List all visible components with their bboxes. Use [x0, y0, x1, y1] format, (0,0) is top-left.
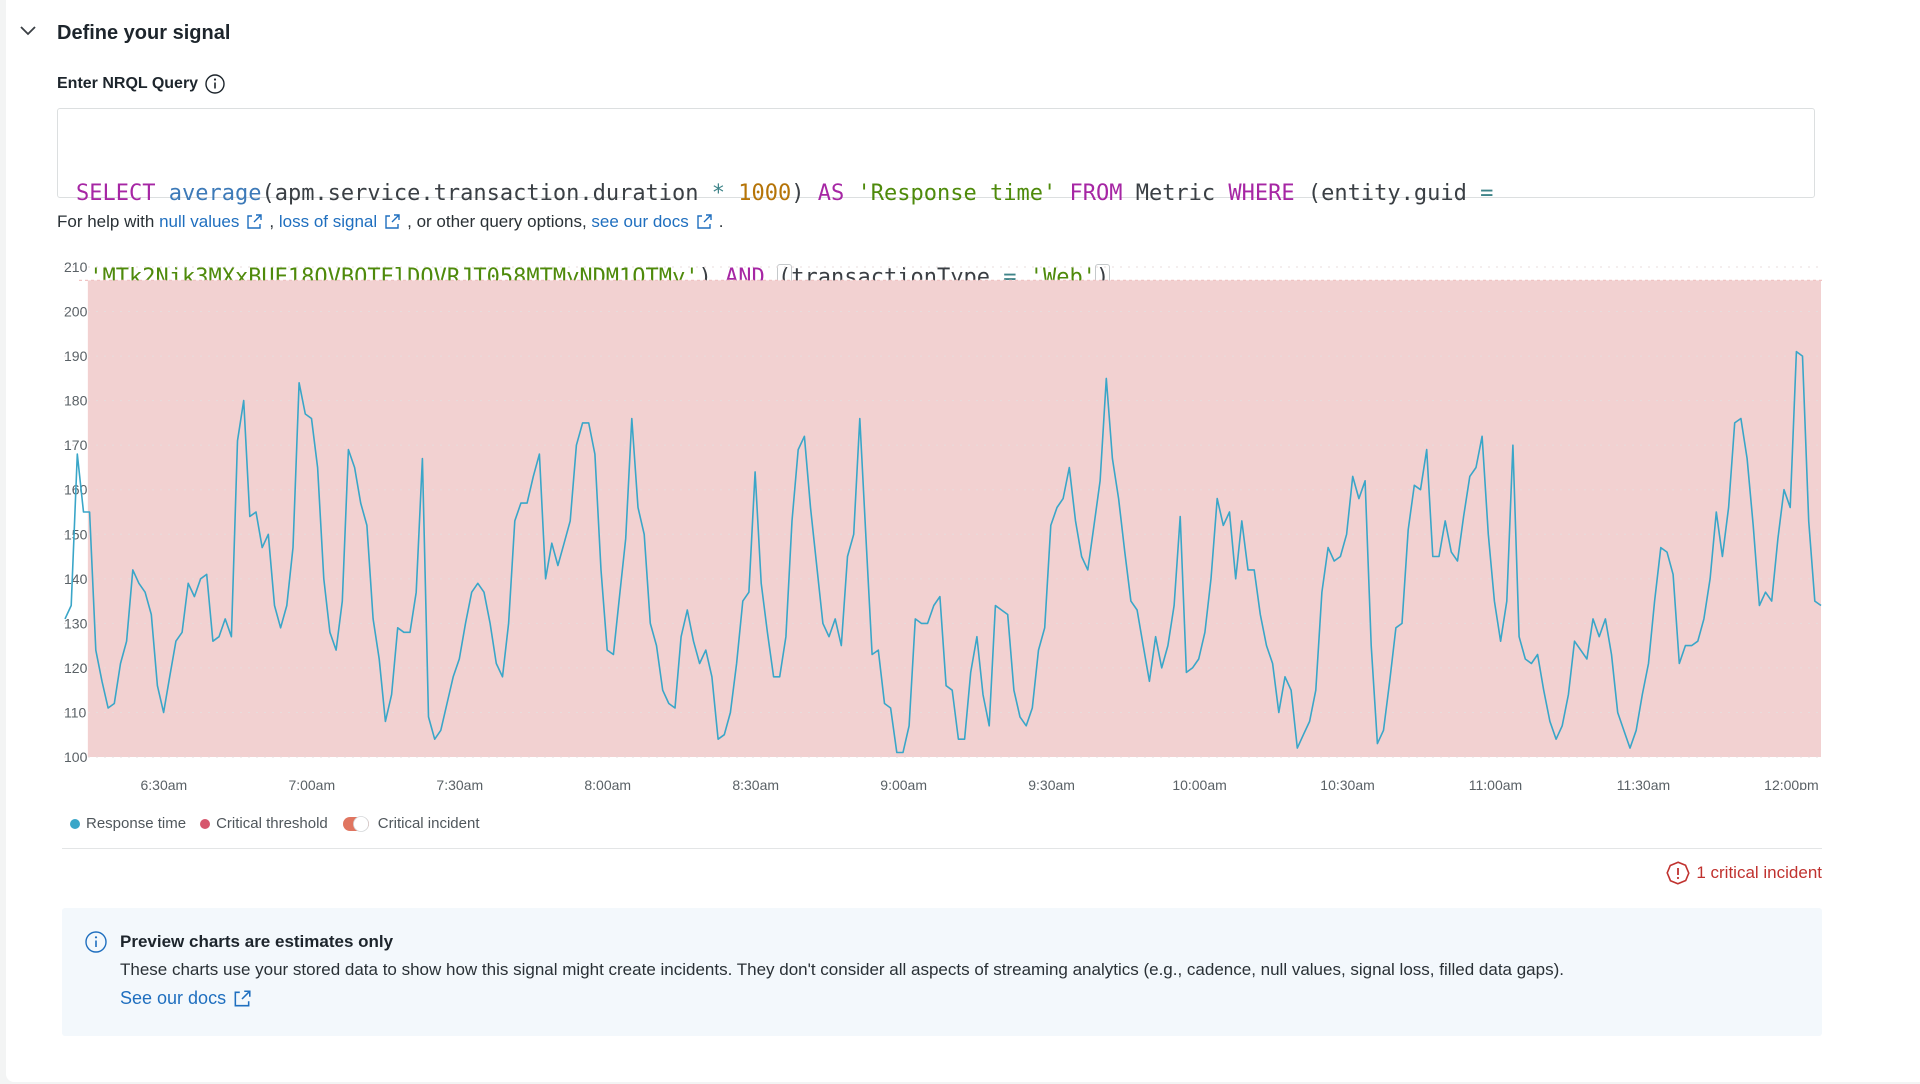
section-title: Define your signal	[57, 22, 231, 44]
see-our-docs-link[interactable]: See our docs	[120, 988, 258, 1009]
x-tick-label: 6:30am	[140, 777, 187, 790]
query-token	[1056, 181, 1069, 206]
y-tick-label: 200	[64, 304, 88, 320]
x-tick-label: 10:30am	[1320, 777, 1374, 790]
legend-dot-critical-threshold	[200, 818, 211, 829]
query-token: *	[711, 181, 726, 206]
y-tick-label: 110	[64, 704, 87, 720]
signal-preview-chart: 1001101201301401501601701801902002106:30…	[64, 259, 1822, 790]
callout-body: These charts use your stored data to sho…	[120, 960, 1564, 979]
legend-item-critical-threshold[interactable]: Critical threshold	[200, 815, 328, 832]
x-tick-label: 8:00am	[584, 777, 631, 790]
y-tick-label: 170	[64, 437, 88, 453]
critical-incident-toggle[interactable]	[342, 815, 370, 832]
chevron-down-icon[interactable]	[18, 20, 38, 40]
query-token: FROM	[1069, 181, 1123, 206]
x-tick-label: 9:30am	[1028, 777, 1075, 790]
external-link-icon[interactable]	[383, 213, 401, 231]
query-token: AS	[817, 181, 845, 206]
query-token: 'Response time'	[857, 181, 1057, 206]
query-token: WHERE	[1228, 181, 1295, 206]
callout-link-text[interactable]: See our docs	[120, 988, 226, 1009]
x-tick-label: 11:30am	[1617, 777, 1670, 790]
help-sep-2: , or other query options,	[407, 212, 587, 231]
null-values-link[interactable]: null values	[159, 212, 239, 232]
help-prefix: For help with	[57, 212, 155, 231]
legend-dot-response-time	[70, 818, 80, 829]
legend-item-response-time[interactable]: Response time	[70, 815, 186, 832]
help-suffix: .	[718, 212, 724, 231]
external-link-icon[interactable]	[232, 989, 252, 1009]
nrql-query-editor[interactable]: SELECT average(apm.service.transaction.d…	[57, 108, 1815, 291]
query-token	[844, 181, 857, 206]
query-line-1: SELECT average(apm.service.transaction.d…	[76, 180, 1814, 208]
legend-label: Critical incident	[377, 815, 480, 832]
x-tick-label: 11:00am	[1469, 777, 1522, 790]
query-token: (entity.guid	[1294, 181, 1481, 206]
x-tick-label: 12:00pm	[1764, 777, 1818, 790]
query-token: )	[791, 181, 818, 206]
query-label: Enter NRQL Query	[57, 73, 226, 95]
x-tick-label: 9:00am	[880, 777, 927, 790]
y-tick-label: 190	[64, 348, 88, 364]
collapse-toggle[interactable]	[18, 20, 38, 40]
legend-label: Response time	[86, 815, 187, 832]
preview-estimate-callout: Preview charts are estimates only These …	[62, 908, 1822, 1036]
query-token: (apm.service.transaction.duration	[261, 181, 712, 206]
help-sep-1: ,	[269, 212, 275, 231]
y-tick-label: 210	[64, 259, 88, 275]
y-tick-label: 120	[64, 660, 88, 676]
x-tick-label: 8:30am	[732, 777, 779, 790]
query-label-text: Enter NRQL Query	[57, 75, 199, 92]
query-token	[155, 181, 168, 206]
info-icon[interactable]	[204, 73, 226, 95]
legend-item-critical-incident[interactable]: Critical incident	[342, 815, 480, 832]
divider	[62, 848, 1822, 849]
x-tick-label: 7:00am	[288, 777, 335, 790]
query-token: Metric	[1122, 181, 1229, 206]
critical-incident-count: 1 critical incident	[1696, 863, 1822, 882]
x-tick-label: 10:00am	[1172, 777, 1226, 790]
y-tick-label: 150	[64, 526, 88, 542]
critical-incident-region	[87, 280, 1822, 757]
y-tick-label: 180	[64, 393, 88, 409]
query-token	[725, 181, 738, 206]
legend-label: Critical threshold	[216, 815, 328, 832]
query-token: 1000	[738, 181, 792, 206]
help-text: For help with null values , loss of sign…	[57, 212, 724, 232]
x-tick-label: 7:30am	[436, 777, 483, 790]
callout-title: Preview charts are estimates only	[120, 932, 394, 951]
query-token: =	[1480, 181, 1494, 206]
y-tick-label: 130	[64, 615, 88, 631]
y-tick-label: 140	[64, 571, 88, 587]
external-link-icon[interactable]	[245, 213, 263, 231]
external-link-icon[interactable]	[695, 213, 713, 231]
y-tick-label: 100	[64, 749, 88, 765]
chart-legend: Response time Critical threshold Critica…	[70, 815, 494, 832]
info-icon	[85, 931, 107, 953]
query-token: average	[168, 181, 262, 206]
see-our-docs-link[interactable]: see our docs	[591, 212, 688, 232]
loss-of-signal-link[interactable]: loss of signal	[279, 212, 377, 232]
critical-incident-summary[interactable]: 1 critical incident	[1666, 861, 1822, 885]
query-token: SELECT	[76, 181, 156, 206]
alert-octagon-icon	[1666, 861, 1690, 885]
